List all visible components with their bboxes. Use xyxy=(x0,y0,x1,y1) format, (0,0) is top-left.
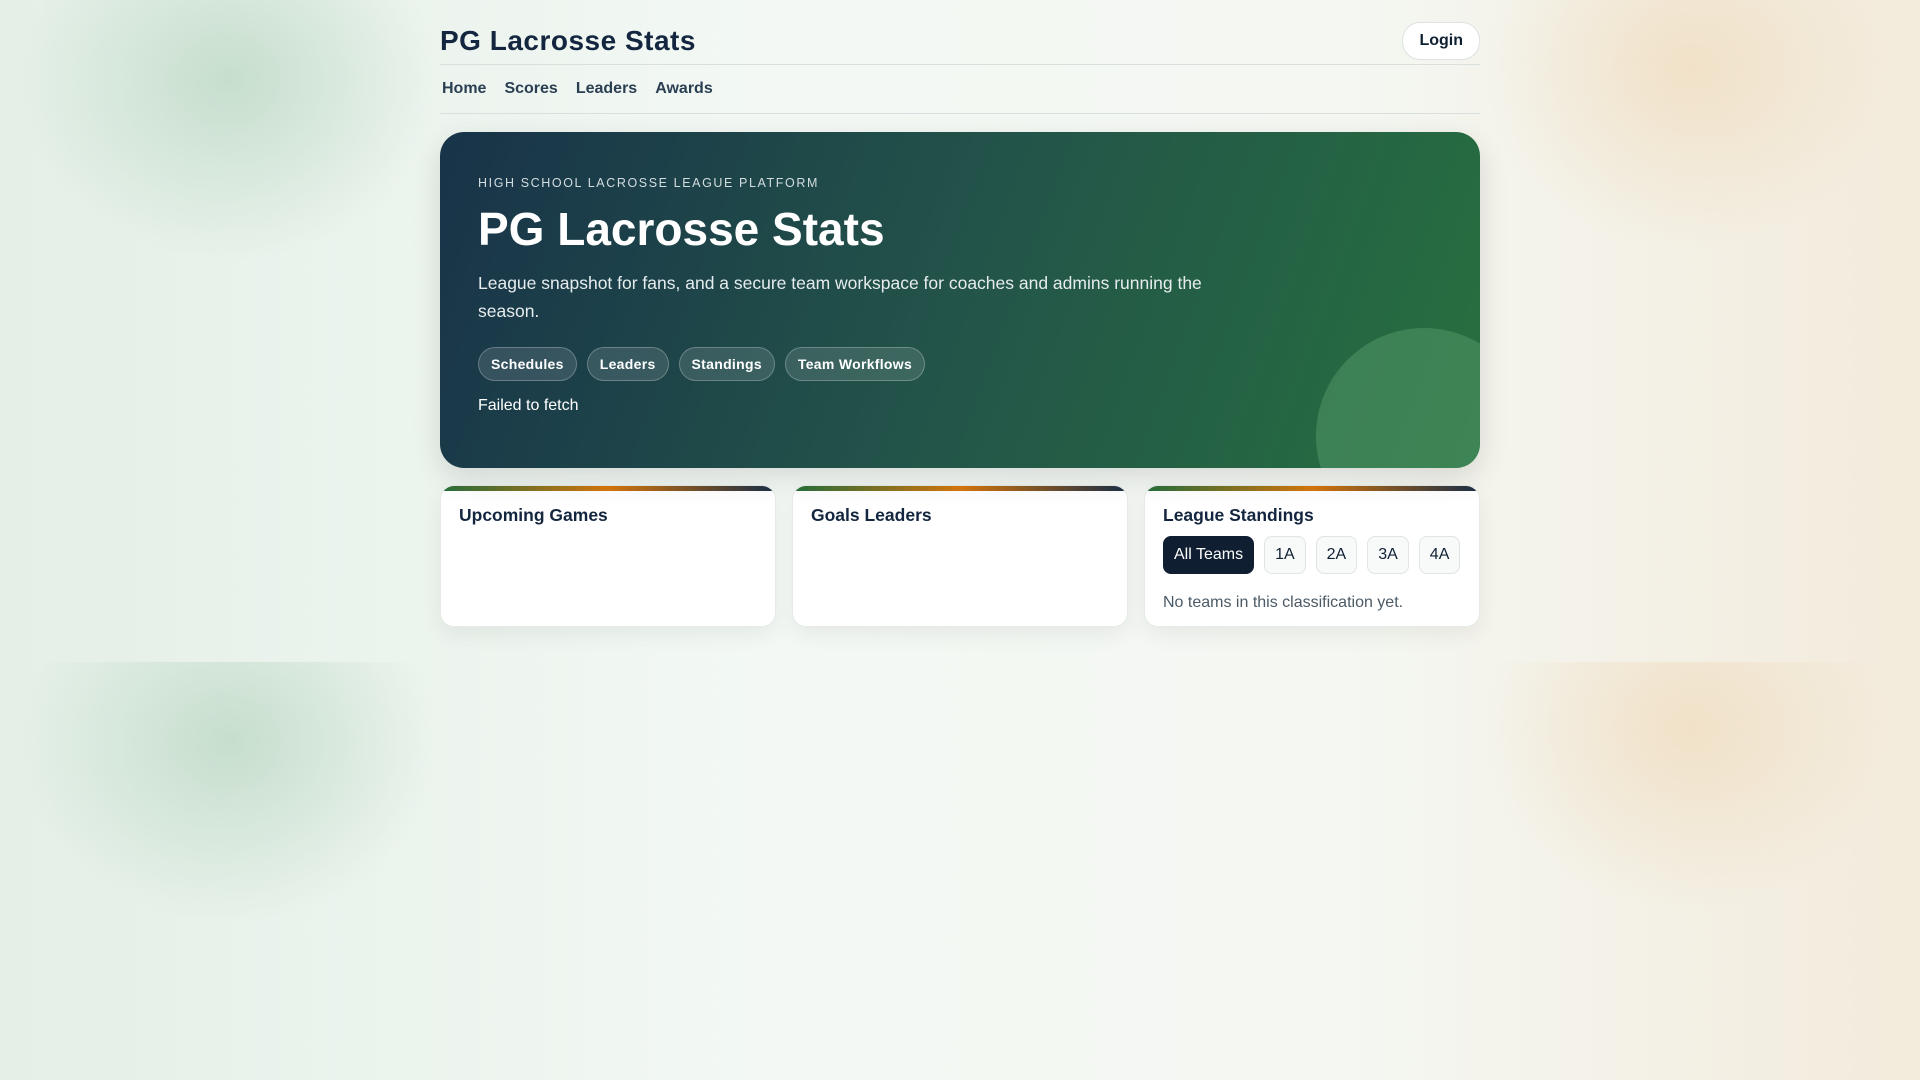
card-accent-bar xyxy=(1145,486,1479,491)
card-title: Goals Leaders xyxy=(811,505,932,525)
nav-scores[interactable]: Scores xyxy=(504,80,557,98)
filter-1a[interactable]: 1A xyxy=(1264,536,1306,574)
fetch-status: Failed to fetch xyxy=(478,397,579,415)
hero-banner: HIGH SCHOOL LACROSSE LEAGUE PLATFORM PG … xyxy=(440,132,1480,468)
upcoming-games-card: Upcoming Games xyxy=(440,485,776,627)
filter-4a[interactable]: 4A xyxy=(1418,536,1461,574)
chip-leaders: Leaders xyxy=(586,347,669,382)
feature-chips: Schedules Leaders Standings Team Workflo… xyxy=(478,347,1442,382)
main-nav: Home Scores Leaders Awards xyxy=(440,65,1480,114)
filter-all-teams[interactable]: All Teams xyxy=(1163,536,1255,574)
card-accent-bar xyxy=(793,486,1127,491)
card-title: League Standings xyxy=(1163,505,1314,525)
nav-home[interactable]: Home xyxy=(442,80,486,98)
login-button[interactable]: Login xyxy=(1402,22,1480,60)
classification-filters: All Teams 1A 2A 3A 4A xyxy=(1163,536,1461,574)
goals-leaders-card: Goals Leaders xyxy=(792,485,1128,627)
nav-awards[interactable]: Awards xyxy=(655,80,713,98)
card-title: Upcoming Games xyxy=(459,505,608,525)
hero-eyebrow: HIGH SCHOOL LACROSSE LEAGUE PLATFORM xyxy=(478,176,819,190)
chip-standings: Standings xyxy=(678,347,775,382)
empty-state: No teams in this classification yet. xyxy=(1163,594,1404,611)
card-accent-bar xyxy=(441,486,775,491)
league-standings-card: League Standings All Teams 1A 2A 3A 4A N… xyxy=(1144,485,1480,627)
nav-leaders[interactable]: Leaders xyxy=(576,80,637,98)
brand-title: PG Lacrosse Stats xyxy=(440,25,696,56)
hero-title: PG Lacrosse Stats xyxy=(478,203,885,255)
filter-3a[interactable]: 3A xyxy=(1367,536,1409,574)
site-header: PG Lacrosse Stats Login xyxy=(440,18,1480,65)
hero-description: League snapshot for fans, and a secure t… xyxy=(478,273,1202,322)
chip-team-workflows: Team Workflows xyxy=(784,347,926,382)
chip-schedules: Schedules xyxy=(478,347,577,382)
filter-2a[interactable]: 2A xyxy=(1315,536,1358,574)
